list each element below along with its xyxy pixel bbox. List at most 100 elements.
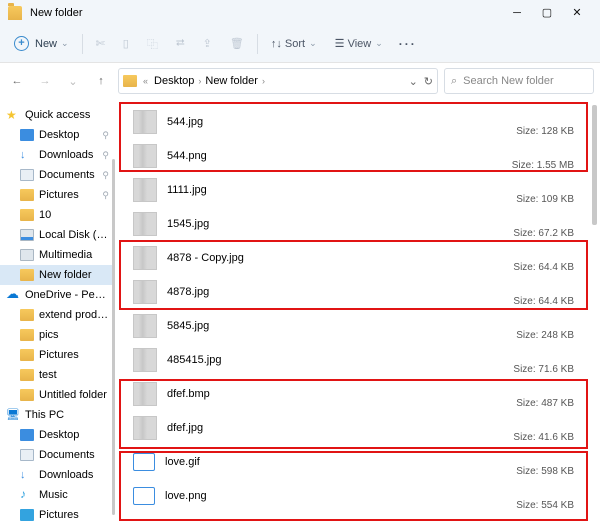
- sidebar-item-label: Local Disk (F:): [39, 229, 109, 241]
- rename-button[interactable]: ⮂: [168, 31, 193, 57]
- delete-button[interactable]: 🗑: [222, 31, 252, 57]
- sidebar-item[interactable]: Pictures: [0, 345, 115, 365]
- file-name: dfef.jpg: [167, 422, 203, 434]
- forward-button[interactable]: →: [34, 70, 56, 92]
- sidebar-item-label: extend product li: [39, 309, 109, 321]
- pin-icon: ⚲: [102, 130, 109, 141]
- sidebar-item[interactable]: Untitled folder: [0, 385, 115, 405]
- file-name: 485415.jpg: [167, 354, 221, 366]
- close-button[interactable]: ✕: [562, 1, 592, 25]
- file-list: 544.jpgSize: 128 KB544.pngSize: 1.55 MB1…: [115, 99, 600, 525]
- chevron-down-icon: ⌄: [61, 38, 69, 49]
- thumbnail: [133, 487, 155, 505]
- sidebar-item[interactable]: Multimedia: [0, 245, 115, 265]
- sidebar-item[interactable]: Pictures ⚲: [0, 185, 115, 205]
- file-item[interactable]: 5845.jpgSize: 248 KB: [123, 309, 582, 343]
- thumbnail: [133, 416, 157, 440]
- sidebar-item[interactable]: Pictures: [0, 505, 115, 525]
- folder-icon: [20, 189, 34, 201]
- search-input[interactable]: ⌕ Search New folder: [444, 68, 594, 94]
- thumbnail: [133, 212, 157, 236]
- main-scrollbar[interactable]: [592, 105, 597, 225]
- sidebar-item[interactable]: Documents: [0, 445, 115, 465]
- file-name: 1111.jpg: [167, 184, 207, 196]
- sidebar-item-label: Music: [39, 489, 109, 501]
- sidebar-item-label: Pictures: [39, 189, 97, 201]
- sidebar-item-label: Desktop: [39, 129, 97, 141]
- minimize-button[interactable]: ─: [502, 1, 532, 25]
- sidebar-item[interactable]: This PC: [0, 405, 115, 425]
- file-name: love.png: [165, 490, 207, 502]
- back-button[interactable]: ←: [6, 70, 28, 92]
- sidebar-item[interactable]: New folder: [0, 265, 115, 285]
- search-icon: ⌕: [451, 75, 457, 88]
- recent-button[interactable]: ⌄: [62, 70, 84, 92]
- folder-icon: [20, 349, 34, 361]
- file-item[interactable]: 544.jpgSize: 128 KB: [123, 105, 582, 139]
- sidebar-item-label: Desktop: [39, 429, 109, 441]
- thumbnail: [133, 178, 157, 202]
- folder-icon: [20, 369, 34, 381]
- refresh-button[interactable]: ↻: [424, 75, 433, 88]
- sort-button[interactable]: ↑↓ Sort ⌄: [263, 31, 325, 57]
- sidebar-item[interactable]: Local Disk (F:): [0, 225, 115, 245]
- breadcrumbs: Desktop›New folder›: [154, 75, 267, 87]
- paste-button[interactable]: ⿻: [139, 31, 166, 57]
- pin-icon: ⚲: [102, 190, 109, 201]
- file-size: Size: 67.2 KB: [513, 228, 574, 239]
- sidebar-item-label: test: [39, 369, 109, 381]
- sidebar-item[interactable]: Music: [0, 485, 115, 505]
- copy-button[interactable]: ▯: [115, 31, 137, 57]
- share-button[interactable]: ⇪: [195, 31, 220, 57]
- up-button[interactable]: ↑: [90, 70, 112, 92]
- thumbnail: [133, 348, 157, 372]
- sidebar-item-label: Quick access: [25, 109, 109, 121]
- crumb[interactable]: Desktop: [154, 75, 194, 87]
- file-size: Size: 128 KB: [516, 126, 574, 137]
- file-item[interactable]: dfef.bmpSize: 487 KB: [123, 377, 582, 411]
- sidebar-item[interactable]: Desktop ⚲: [0, 125, 115, 145]
- sidebar-item[interactable]: Downloads: [0, 465, 115, 485]
- maximize-button[interactable]: ▢: [532, 1, 562, 25]
- folder-icon: [8, 6, 22, 20]
- file-name: love.gif: [165, 456, 200, 468]
- thumbnail: [133, 110, 157, 134]
- sidebar-item[interactable]: Downloads⚲: [0, 145, 115, 165]
- file-item[interactable]: 4878.jpgSize: 64.4 KB: [123, 275, 582, 309]
- file-item[interactable]: love.png Size: 554 KB: [123, 479, 582, 513]
- img-icon: [20, 509, 34, 521]
- chevron-down-icon: ⌄: [375, 38, 383, 49]
- new-label: New: [35, 38, 57, 50]
- file-item[interactable]: love.gifSize: 598 KB: [123, 445, 582, 479]
- sidebar-item[interactable]: pics: [0, 325, 115, 345]
- more-button[interactable]: ···: [393, 31, 423, 57]
- sidebar-item[interactable]: Quick access: [0, 105, 115, 125]
- monitor-icon: [20, 129, 34, 141]
- file-item[interactable]: 4878 - Copy.jpgSize: 64.4 KB: [123, 241, 582, 275]
- folder-icon: [20, 209, 34, 221]
- star-icon: [6, 109, 20, 121]
- file-item[interactable]: 544.pngSize: 1.55 MB: [123, 139, 582, 173]
- sidebar-item[interactable]: Desktop: [0, 425, 115, 445]
- sidebar-item[interactable]: test: [0, 365, 115, 385]
- file-item[interactable]: dfef.jpgSize: 41.6 KB: [123, 411, 582, 445]
- file-item[interactable]: 1111.jpgSize: 109 KB: [123, 173, 582, 207]
- new-button[interactable]: New ⌄: [6, 31, 77, 57]
- view-button[interactable]: ☰ View ⌄: [327, 31, 391, 57]
- file-item[interactable]: 1545.jpgSize: 67.2 KB: [123, 207, 582, 241]
- sidebar-item-label: Pictures: [39, 349, 109, 361]
- sidebar-item-label: Pictures: [39, 509, 109, 521]
- sidebar-item[interactable]: extend product li: [0, 305, 115, 325]
- sidebar-item[interactable]: OneDrive - Person: [0, 285, 115, 305]
- pin-icon: ⚲: [102, 150, 109, 161]
- sidebar-item[interactable]: 10: [0, 205, 115, 225]
- file-item[interactable]: 485415.jpgSize: 71.6 KB: [123, 343, 582, 377]
- addr-chevron-icon[interactable]: ⌄: [409, 75, 418, 88]
- sidebar-item-label: Downloads: [39, 469, 109, 481]
- folder-icon: [20, 309, 34, 321]
- crumb[interactable]: New folder: [205, 75, 258, 87]
- cut-button[interactable]: ✄: [88, 31, 113, 57]
- file-size: Size: 554 KB: [516, 500, 574, 511]
- address-bar[interactable]: « Desktop›New folder› ⌄ ↻: [118, 68, 438, 94]
- sidebar-item[interactable]: Documents⚲: [0, 165, 115, 185]
